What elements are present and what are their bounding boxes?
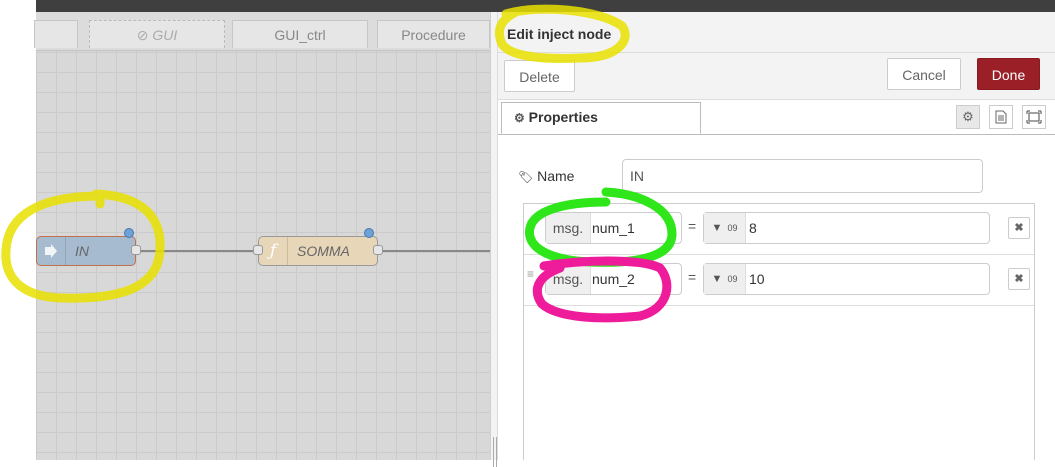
left-margin [0,0,36,460]
splitter-grip[interactable] [493,437,497,467]
name-input[interactable]: IN [622,159,983,193]
inject-node-label: IN [75,243,89,259]
properties-list: ≡ msg. num_1 = ▼ 09 8 ✖ ≡ msg. num_2 = ▼… [523,203,1035,460]
tag-icon: 🏷 [518,170,534,184]
number-type-icon: 09 [727,223,738,233]
msg-prefix: msg. [546,213,591,243]
function-node[interactable]: ƒ SOMMA [258,236,378,266]
property-name: num_2 [592,271,635,287]
tab-gui[interactable]: ⊘ GUI [89,20,225,48]
msg-prefix: msg. [546,264,591,294]
node-appearance-button[interactable] [1022,105,1046,129]
tab-gui-ctrl[interactable]: GUI_ctrl [232,20,368,48]
equals-sign: = [688,218,697,234]
node-settings-button[interactable]: ⚙ [956,105,980,129]
tray-toolbar: Delete Cancel Done [498,53,1055,100]
header-bar [36,0,1055,12]
inject-node[interactable]: IN [36,236,136,266]
edit-tray: Edit inject node Delete Cancel Done ⚙ Pr… [498,12,1055,460]
document-icon [995,110,1007,124]
wire-in-to-somma[interactable] [140,250,258,252]
property-name-input[interactable]: msg. num_2 [545,263,682,295]
done-button[interactable]: Done [977,58,1040,90]
inject-node-output-port[interactable] [131,245,141,255]
equals-sign: = [688,269,697,285]
wire-somma-out[interactable] [382,250,490,252]
tab-procedure[interactable]: Procedure [377,20,490,48]
function-node-output-port[interactable] [373,245,383,255]
list-item: ≡ msg. num_1 = ▼ 09 8 ✖ [524,204,1034,255]
tray-title: Edit inject node [507,26,612,42]
list-item: ≡ msg. num_2 = ▼ 09 10 ✖ [524,255,1034,306]
drag-handle-icon[interactable]: ≡ [527,217,539,229]
name-label: 🏷 Name [518,168,575,184]
disabled-icon: ⊘ [136,27,149,43]
cancel-button[interactable]: Cancel [887,58,961,90]
property-name: num_1 [592,220,635,236]
property-value: 8 [749,220,757,236]
number-type-icon: 09 [727,274,738,284]
properties-tab-bar: ⚙ Properties ⚙ [498,100,1055,135]
property-value-input[interactable]: ▼ 09 8 [703,212,990,244]
drag-handle-icon[interactable]: ≡ [527,268,539,280]
function-icon: ƒ [259,237,288,265]
property-name-input[interactable]: msg. num_1 [545,212,682,244]
property-value: 10 [749,271,765,287]
tab-partial[interactable] [34,20,78,48]
node-description-button[interactable] [989,105,1013,129]
caret-down-icon: ▼ [711,222,723,234]
appearance-icon [1026,110,1042,124]
caret-down-icon: ▼ [711,273,723,285]
inject-node-changed-indicator [124,228,134,238]
workspace-tab-bar: ⊘ GUI GUI_ctrl Procedure [34,12,490,51]
gear-icon: ⚙ [514,111,525,125]
remove-row-button[interactable]: ✖ [1008,268,1030,290]
tab-properties-label: Properties [528,109,598,125]
gear-icon: ⚙ [962,109,974,124]
inject-arrow-icon [37,237,66,265]
remove-row-button[interactable]: ✖ [1008,217,1030,239]
function-node-label: SOMMA [297,243,350,259]
function-node-input-port[interactable] [253,245,263,255]
tab-properties[interactable]: ⚙ Properties [501,102,701,134]
type-select-button[interactable]: ▼ 09 [704,264,746,294]
function-node-changed-indicator [364,228,374,238]
sidebar-splitter[interactable] [490,12,498,467]
flow-canvas[interactable]: IN ƒ SOMMA [36,12,490,460]
delete-button[interactable]: Delete [504,60,575,92]
type-select-button[interactable]: ▼ 09 [704,213,746,243]
tab-gui-label: GUI [152,27,178,43]
property-value-input[interactable]: ▼ 09 10 [703,263,990,295]
tray-header: Edit inject node [498,12,1055,53]
